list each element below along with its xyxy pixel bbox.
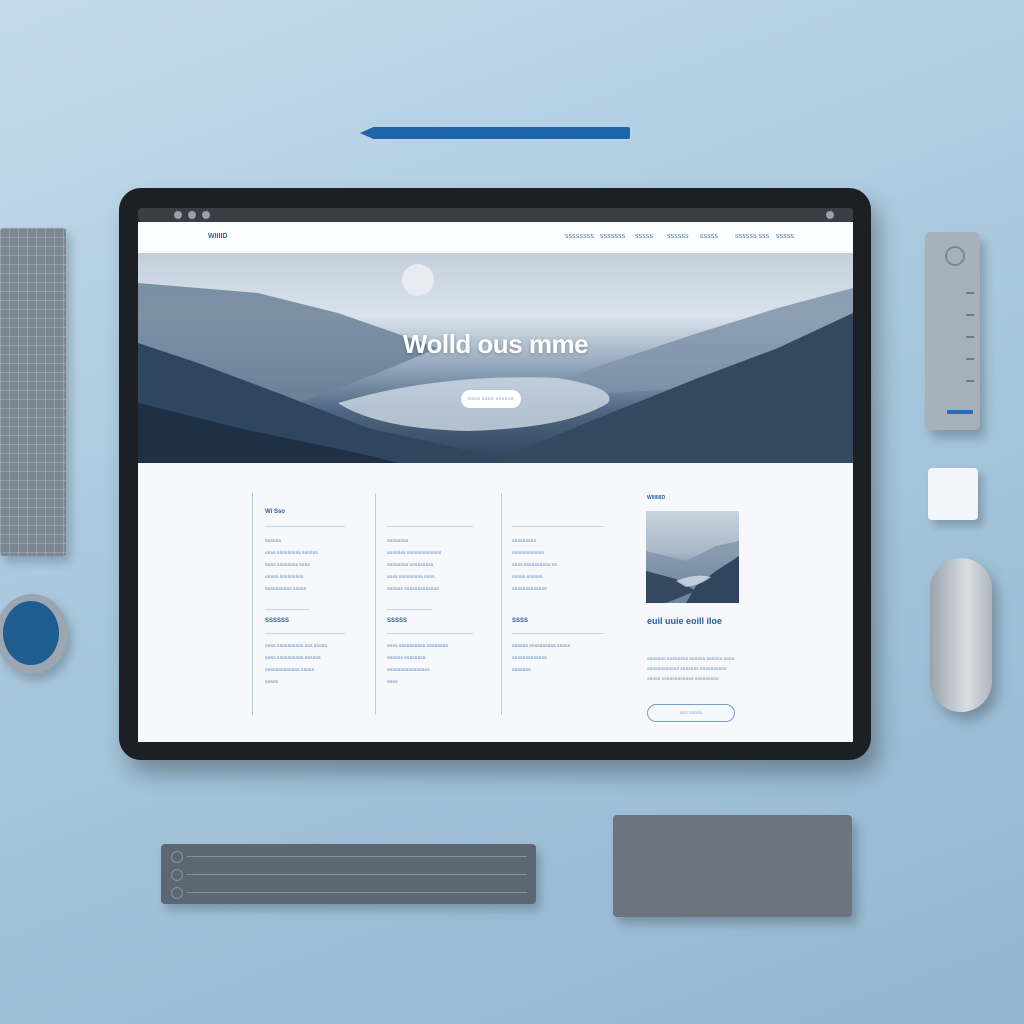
window-dot[interactable]	[202, 211, 210, 219]
card-image[interactable]	[646, 511, 739, 603]
list-link[interactable]: SSSSSSSSSSSS	[512, 550, 544, 555]
list-link[interactable]: SSSSSSS SSSSSSSSSSSSS	[387, 550, 441, 555]
nav-link[interactable]: SSSSSSSS	[565, 234, 594, 240]
ruler-line	[187, 874, 527, 875]
list-link[interactable]: SSSS SSSSSSSSSS SSSSSSSS	[387, 643, 448, 648]
remote-button	[966, 292, 974, 294]
list-link[interactable]: SSSSSS	[265, 538, 281, 543]
list-link[interactable]: SSSSSS SSSSSSSS	[387, 655, 425, 660]
browser-top-bar	[138, 208, 853, 222]
pencil	[360, 127, 630, 139]
top-navigation: WIIIID SSSSSSSS SSSSSSS SSSSS SSSSSS SSS…	[138, 222, 853, 253]
moon-icon	[402, 264, 434, 296]
list-link[interactable]: SSSSSSSSSSSSS SSSSS	[265, 667, 314, 672]
nav-link[interactable]: SSSSSSS	[600, 234, 625, 240]
list-link[interactable]: SSSS SSSSSSSSSS SS	[512, 562, 557, 567]
menu-dot[interactable]	[826, 211, 834, 219]
nav-link[interactable]: SSSSS	[700, 234, 718, 240]
heading-underline	[265, 526, 345, 527]
column-divider	[375, 493, 376, 715]
ruler-line	[187, 856, 527, 857]
list-link[interactable]: SSSSSSS	[512, 667, 531, 672]
remote-control	[925, 232, 980, 430]
nav-link[interactable]: SSSSS	[635, 234, 653, 240]
grid-board	[0, 228, 66, 556]
list-link[interactable]: SSSS SSSSSSSSS SSSSSS	[265, 550, 318, 555]
window-dot[interactable]	[174, 211, 182, 219]
column-divider	[501, 493, 502, 715]
card-title: euil uuie eoill iloe	[647, 616, 723, 626]
card-landscape-image	[646, 541, 739, 603]
column-heading: SSSS	[512, 618, 529, 624]
hero-cta-button[interactable]: SSSS SSSS SSSSSS	[461, 390, 521, 408]
list-link[interactable]: SSSSSSSS SSSSSSSSS	[387, 562, 433, 567]
column-divider	[252, 493, 253, 715]
list-link[interactable]: SSSSSSSSSSSSS	[512, 655, 547, 660]
nav-link[interactable]: SSSSSS SSS	[735, 234, 769, 240]
list-link[interactable]: SSSS	[387, 679, 398, 684]
remote-indicator	[947, 410, 973, 414]
column-heading: SSSSSS	[265, 618, 290, 624]
list-link[interactable]: SSSS SSSSSSSSSS SSSSSS	[265, 655, 321, 660]
card-paragraph-line: SSSSSSSSSSSS SSSSSSS SSSSSSSSSS	[647, 666, 727, 671]
card-paragraph-line: SSSSS SSSSSSSSSSSS SSSSSSSSS	[647, 676, 719, 681]
list-link[interactable]: SSSS SSSSSSSSSS SSS SSSSS	[265, 643, 327, 648]
list-link[interactable]: SSSSS SSSSSSSSS	[265, 574, 303, 579]
remote-button	[966, 336, 974, 338]
list-link[interactable]: SSSSSSSSSSSSSSSS	[387, 667, 430, 672]
column-heading: Wi Sso	[265, 509, 285, 515]
notepad	[613, 815, 852, 917]
content-area: Wi Sso SSSSSS SSSS SSSSSSSSS SSSSSS SSSS…	[138, 463, 853, 742]
list-link[interactable]: SSSS SSSSSSSSS SSSS	[387, 574, 435, 579]
nav-link[interactable]: SSSSS	[776, 234, 794, 240]
cup	[0, 594, 68, 674]
heading-underline	[512, 526, 604, 527]
list-link[interactable]: SSSSSSSSS	[512, 538, 536, 543]
heading-underline	[387, 633, 473, 634]
ruler-ring	[171, 869, 183, 881]
ruler	[161, 844, 536, 904]
hero-banner: Wolld ous mme SSSS SSSS SSSSSS	[138, 253, 853, 463]
remote-button	[966, 314, 974, 316]
site-logo[interactable]: WIIIID	[208, 233, 227, 240]
list-link[interactable]: SSSSSSSSSS SSSSS	[265, 586, 306, 591]
nav-link[interactable]: SSSSSS	[667, 234, 689, 240]
hero-title: Wolld ous mme	[402, 329, 589, 359]
remote-button	[966, 380, 974, 382]
heading-underline	[512, 633, 604, 634]
list-link[interactable]: SSSSS SSSSSS	[512, 574, 542, 579]
remote-button	[966, 358, 974, 360]
heading-underline	[387, 526, 473, 527]
window-dot[interactable]	[188, 211, 196, 219]
section-divider	[265, 609, 310, 610]
mouse	[930, 558, 992, 712]
list-link[interactable]: SSSSSSSSSSSSS	[512, 586, 547, 591]
web-page: WIIIID SSSSSSSS SSSSSSS SSSSS SSSSSS SSS…	[138, 222, 853, 742]
column-heading: SSSSS	[387, 618, 408, 624]
ruler-ring	[171, 887, 183, 899]
list-link[interactable]: SSSSSSSS	[387, 538, 408, 543]
list-link[interactable]: SSSS SSSSSSSS SSSS	[265, 562, 310, 567]
list-link[interactable]: SSSSSS SSSSSSSSSSSSS	[387, 586, 439, 591]
card-label: WIIIIIIID	[647, 495, 666, 501]
card-paragraph-line: SSSSSSS SSSSSSSS SSSSSS SSSSSS SSSS	[647, 656, 735, 661]
eraser-cube	[928, 468, 978, 520]
ruler-line	[187, 892, 527, 893]
list-link[interactable]: SSSSSS SSSSSSSSSS SSSSS	[512, 643, 570, 648]
remote-power-button	[945, 246, 965, 266]
ruler-ring	[171, 851, 183, 863]
heading-underline	[265, 633, 345, 634]
list-link[interactable]: SSSSS	[265, 679, 278, 684]
section-divider	[387, 609, 432, 610]
card-button[interactable]: SSS SSSSS	[647, 704, 735, 722]
